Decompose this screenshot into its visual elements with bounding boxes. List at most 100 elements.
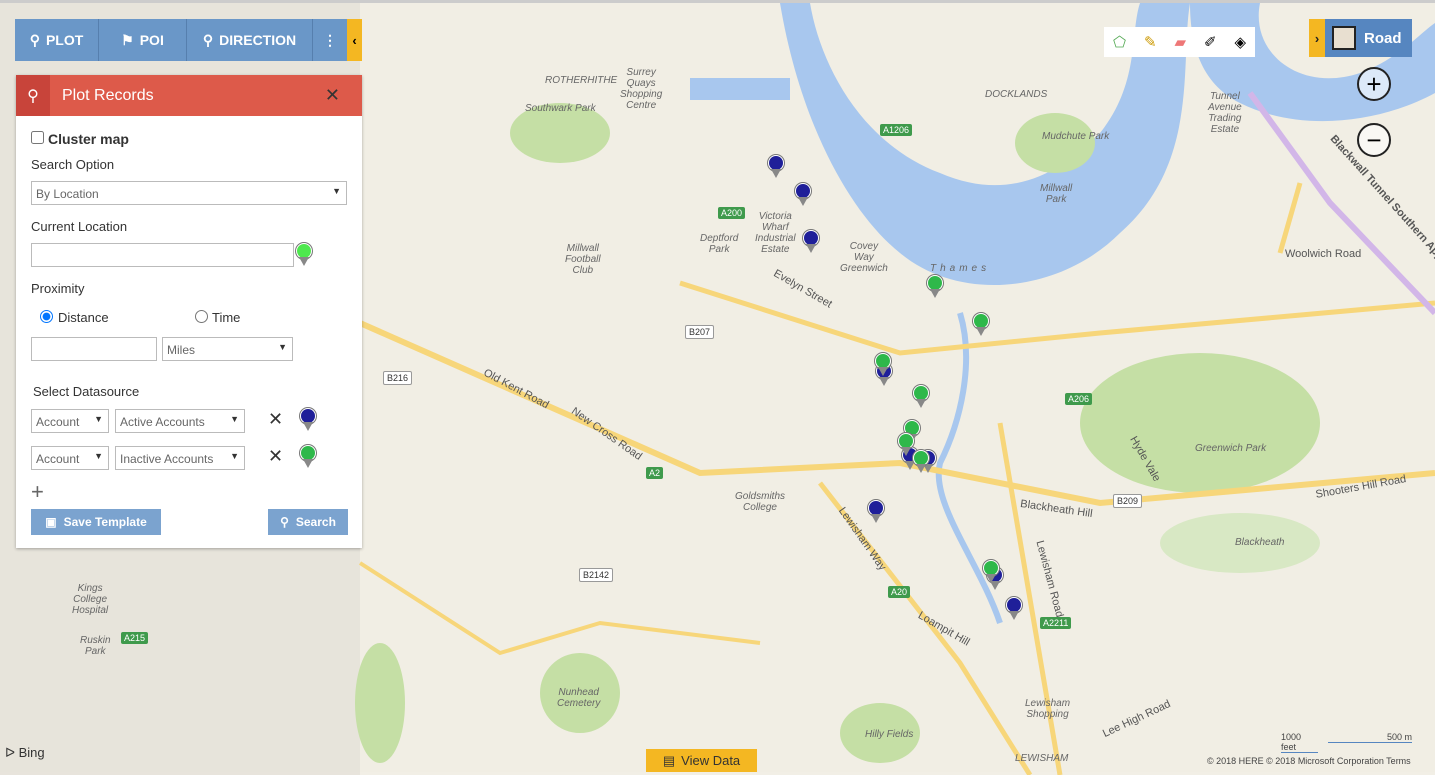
map-label: Millwall Football Club: [565, 243, 601, 276]
active-account-pin[interactable]: [868, 500, 884, 524]
time-radio[interactable]: [195, 310, 208, 323]
map-label: Mudchute Park: [1042, 131, 1110, 142]
close-button[interactable]: ✕: [325, 85, 340, 106]
current-location-input[interactable]: [31, 243, 294, 267]
search-icon: ⚲: [280, 515, 289, 529]
distance-radio[interactable]: [40, 310, 53, 323]
map-label: Covey Way Greenwich: [840, 241, 888, 274]
inactive-pin-color-icon[interactable]: [300, 445, 316, 469]
active-account-pin[interactable]: [795, 183, 811, 207]
more-button[interactable]: ⋮: [313, 19, 347, 61]
road-shield: B2142: [579, 568, 614, 582]
scale-feet: 1000 feet: [1281, 732, 1318, 753]
polygon-draw-icon[interactable]: ⬠: [1113, 33, 1126, 51]
map-type-label: Road: [1364, 29, 1402, 47]
search-option-label: Search Option: [31, 157, 115, 172]
map-label: Lewisham Shopping: [1025, 698, 1071, 720]
collapse-toolbar-button[interactable]: ‹: [347, 19, 362, 61]
map-label: ROTHERHITHE: [545, 75, 618, 86]
eraser-icon[interactable]: ▰: [1174, 33, 1186, 51]
zoom-out-button[interactable]: −: [1357, 123, 1391, 157]
map-label: Tunnel Avenue Trading Estate: [1208, 91, 1242, 135]
road-shield: B209: [1113, 494, 1143, 508]
main-toolbar: ⚲ PLOT ⚑ POI ⚲ DIRECTION ⋮: [15, 19, 347, 61]
direction-tab[interactable]: ⚲ DIRECTION: [187, 19, 313, 61]
inactive-account-pin[interactable]: [973, 313, 989, 337]
view-data-button[interactable]: ▤ View Data: [646, 749, 757, 772]
unit-select[interactable]: Miles ▼: [162, 337, 293, 361]
cluster-map-label: Cluster map: [48, 131, 129, 147]
search-option-select[interactable]: By Location ▼: [31, 181, 347, 205]
inactive-account-pin[interactable]: [983, 560, 999, 584]
view-value: Active Accounts: [120, 415, 205, 429]
road-shield: A1206: [880, 124, 913, 136]
fill-color-icon[interactable]: ◈: [1234, 33, 1246, 51]
drawing-toolbar: ⬠ ✎ ▰ ✐ ◈: [1104, 27, 1255, 57]
add-datasource-button[interactable]: +: [31, 479, 44, 505]
list-icon: ▤: [662, 752, 676, 768]
route-icon: ⚲: [202, 31, 214, 48]
bing-text: Bing: [18, 745, 45, 760]
current-location-pin-icon[interactable]: [296, 243, 312, 267]
location-pin-icon: ⚲: [16, 75, 50, 116]
road-shield: B216: [383, 371, 413, 385]
expand-map-type-icon[interactable]: ›: [1309, 19, 1325, 57]
map-label: Southwark Park: [525, 103, 596, 114]
map-label: Nunhead Cemetery: [557, 687, 601, 709]
active-account-pin[interactable]: [1006, 597, 1022, 621]
zoom-in-button[interactable]: +: [1357, 67, 1391, 101]
road-shield: A20: [888, 586, 911, 598]
cluster-map-checkbox[interactable]: [31, 131, 44, 144]
road-shield: A215: [121, 632, 149, 644]
view-select[interactable]: Active Accounts ▼: [115, 409, 245, 433]
current-location-label: Current Location: [31, 219, 128, 234]
poi-tab[interactable]: ⚑ POI: [99, 19, 187, 61]
distance-input[interactable]: [31, 337, 157, 361]
time-label: Time: [212, 310, 241, 325]
map-label: DOCKLANDS: [985, 89, 1048, 100]
map-label: Thames: [930, 263, 991, 274]
entity-select[interactable]: Account ▼: [31, 409, 109, 433]
view-select[interactable]: Inactive Accounts ▼: [115, 446, 245, 470]
pencil-icon[interactable]: ✎: [1144, 33, 1157, 51]
select-datasource-label: Select Datasource: [33, 384, 140, 399]
active-pin-color-icon[interactable]: [300, 408, 316, 432]
person-pin-icon: ⚑: [121, 31, 134, 48]
inactive-account-pin[interactable]: [898, 433, 914, 457]
search-label: Search: [295, 515, 336, 529]
plot-records-panel: ⚲ Plot Records ✕ Cluster map Search Opti…: [16, 75, 362, 548]
bing-logo: ᐅ Bing: [5, 745, 45, 760]
road-shield: A206: [1065, 393, 1093, 405]
panel-header: ⚲ Plot Records ✕: [16, 75, 362, 116]
scale-meters: 500 m: [1328, 732, 1412, 743]
entity-select[interactable]: Account ▼: [31, 446, 109, 470]
search-button[interactable]: ⚲ Search: [268, 509, 348, 535]
map-label: Goldsmiths College: [735, 491, 786, 513]
line-color-icon[interactable]: ✐: [1204, 33, 1217, 51]
map-label: Deptford Park: [700, 233, 739, 255]
map-type-selector[interactable]: › Road: [1309, 19, 1412, 57]
inactive-account-pin[interactable]: [913, 450, 929, 474]
remove-datasource-button[interactable]: ✕: [268, 409, 283, 430]
view-data-label: View Data: [681, 753, 741, 768]
direction-label: DIRECTION: [219, 32, 297, 48]
inactive-account-pin[interactable]: [927, 275, 943, 299]
panel-title: Plot Records: [62, 86, 154, 104]
proximity-label: Proximity: [31, 281, 85, 296]
map-label: Victoria Wharf Industrial Estate: [755, 211, 796, 255]
location-pin-icon: ⚲: [29, 31, 40, 48]
copyright: © 2018 HERE © 2018 Microsoft Corporation…: [1207, 756, 1411, 766]
save-template-button[interactable]: ▣ Save Template: [31, 509, 161, 535]
view-value: Inactive Accounts: [120, 452, 214, 466]
road-shield: A200: [718, 207, 746, 219]
more-icon: ⋮: [323, 31, 337, 48]
poi-label: POI: [139, 32, 164, 48]
active-account-pin[interactable]: [768, 155, 784, 179]
distance-label: Distance: [58, 310, 109, 325]
plot-tab[interactable]: ⚲ PLOT: [15, 19, 99, 61]
active-account-pin[interactable]: [803, 230, 819, 254]
inactive-account-pin[interactable]: [875, 353, 891, 377]
road-shield: A2: [646, 467, 664, 479]
remove-datasource-button[interactable]: ✕: [268, 446, 283, 467]
inactive-account-pin[interactable]: [913, 385, 929, 409]
